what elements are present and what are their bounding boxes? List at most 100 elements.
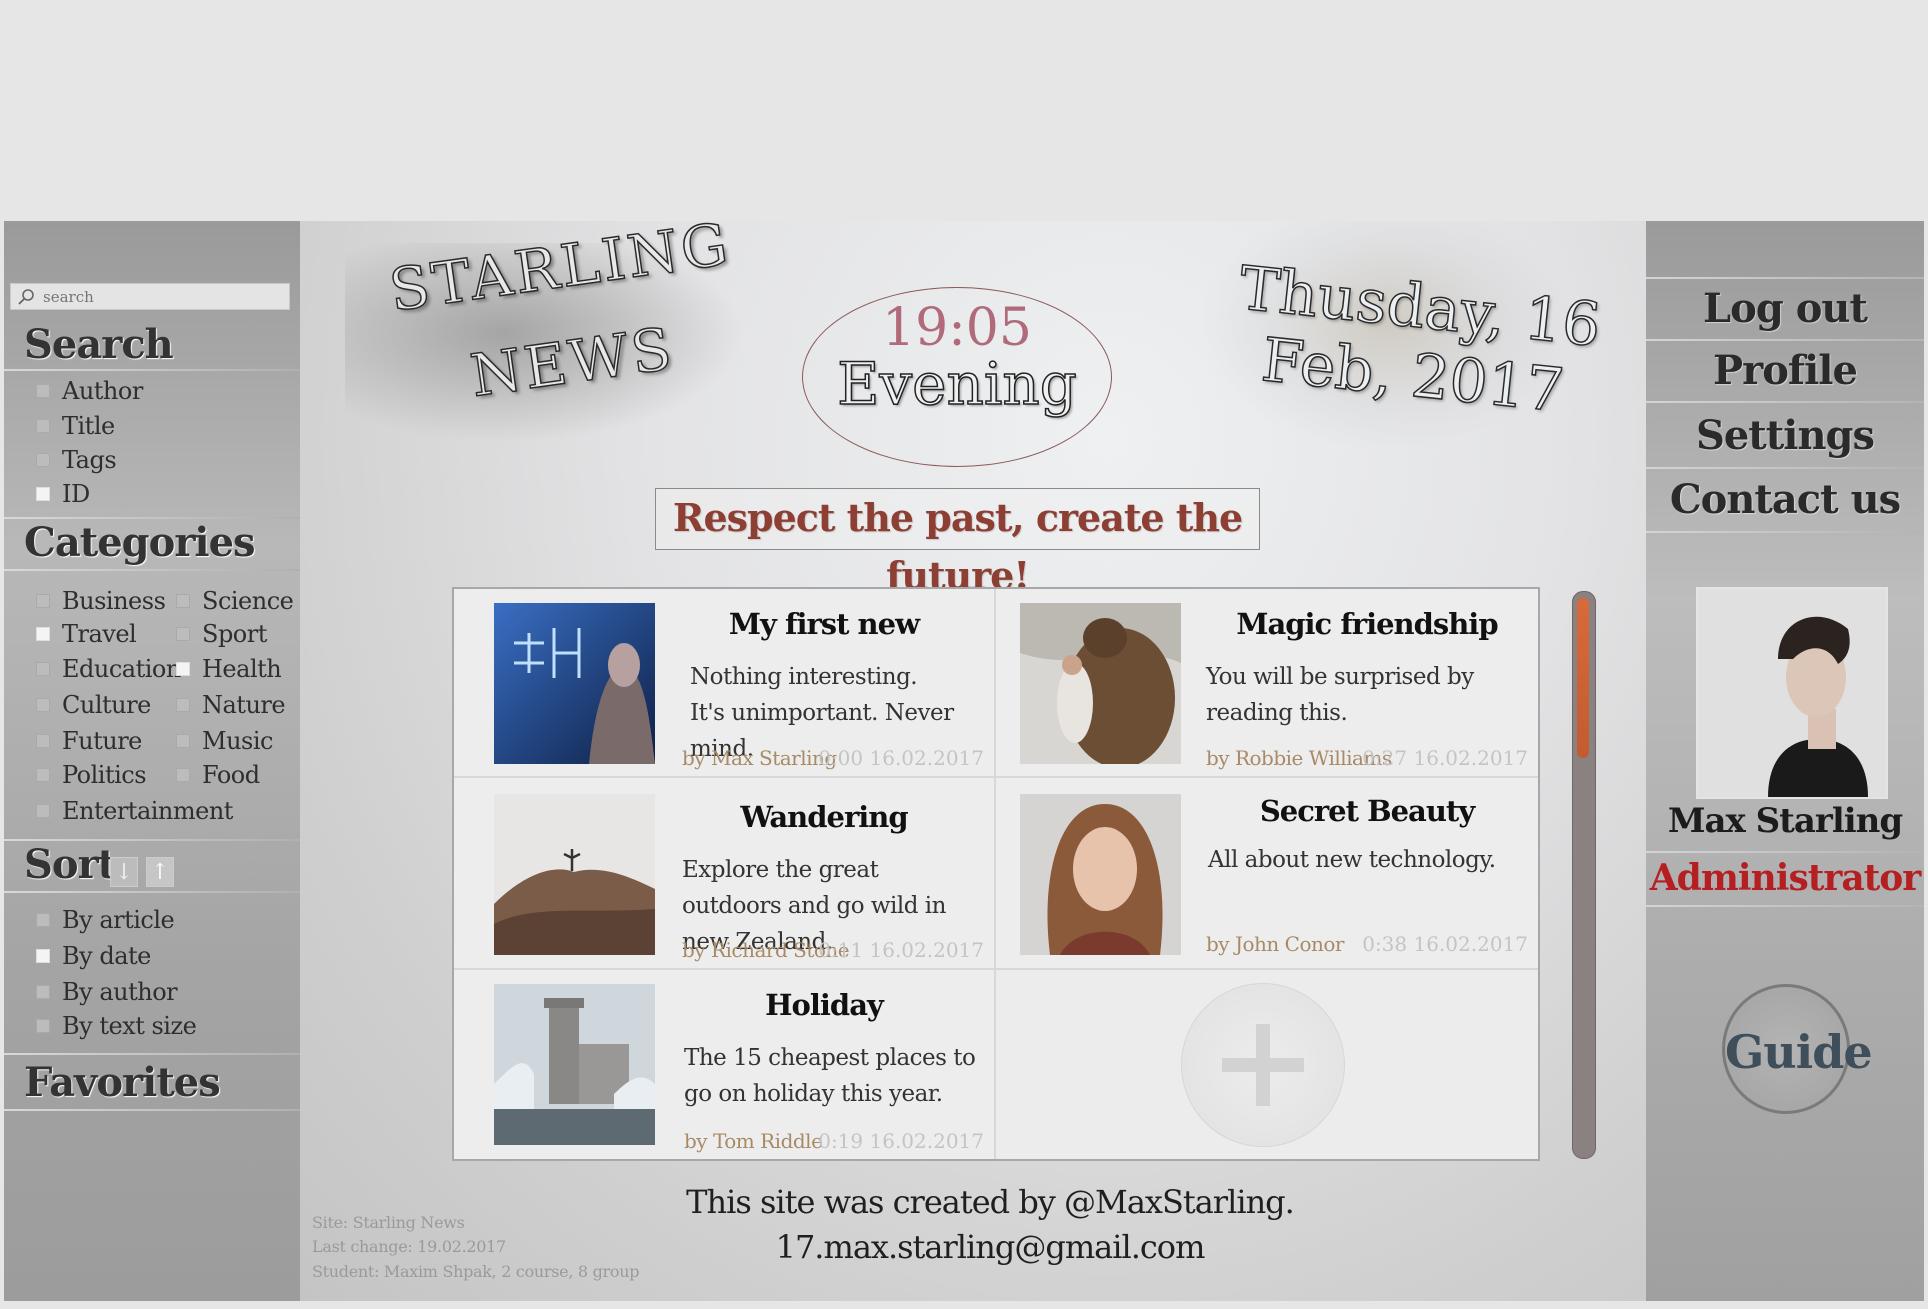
category-nature[interactable]: Nature [176, 691, 286, 719]
category-future[interactable]: Future [36, 727, 142, 755]
news-description: You will be surprised by reading this. [1206, 664, 1474, 726]
checkbox[interactable] [36, 913, 50, 927]
news-timestamp: 0:11 16.02.2017 [818, 938, 984, 962]
checkbox[interactable] [36, 949, 50, 963]
news-thumbnail-castle [494, 984, 655, 1145]
clock-time: 19:05 [882, 298, 1032, 358]
checkbox[interactable] [176, 734, 190, 748]
news-timestamp: 0:19 16.02.2017 [818, 1129, 984, 1153]
settings-link[interactable]: Settings [1646, 405, 1924, 467]
checkbox[interactable] [36, 627, 50, 641]
contact-email[interactable]: 17.max.starling@gmail.com [640, 1228, 1340, 1266]
left-sidebar: Search Author Title Tags ID Categories B… [4, 221, 300, 1301]
user-name: Max Starling [1667, 801, 1903, 841]
checkbox[interactable] [36, 453, 50, 467]
add-news-button[interactable] [1181, 983, 1345, 1147]
meta-student: Student: Maxim Shpak, 2 course, 8 group [312, 1262, 640, 1281]
divider [4, 1109, 300, 1111]
sort-section-title: Sort [24, 841, 116, 888]
category-culture[interactable]: Culture [36, 691, 151, 719]
news-thumbnail-portrait [1020, 794, 1181, 955]
checkbox[interactable] [176, 627, 190, 641]
option-label: Science [202, 587, 294, 615]
checkbox[interactable] [36, 985, 50, 999]
category-politics[interactable]: Politics [36, 761, 147, 789]
site-credit: This site was created by @MaxStarling. [686, 1183, 1295, 1221]
news-card[interactable]: Secret Beauty All about new technology. … [996, 778, 1538, 970]
search-option-tags[interactable]: Tags [36, 446, 117, 474]
news-author[interactable]: by Max Starling [682, 746, 837, 770]
divider [4, 891, 300, 893]
scrollbar-thumb[interactable] [1577, 598, 1589, 758]
search-option-title[interactable]: Title [36, 412, 115, 440]
news-grid: My first new Nothing interesting. It's u… [452, 587, 1540, 1161]
checkbox[interactable] [176, 698, 190, 712]
category-science[interactable]: Science [176, 587, 294, 615]
news-title: Secret Beauty [1259, 794, 1475, 828]
search-input[interactable] [41, 286, 289, 307]
favorites-link[interactable]: Favorites [24, 1059, 221, 1106]
category-food[interactable]: Food [176, 761, 260, 789]
option-label: Nature [202, 691, 286, 719]
checkbox[interactable] [36, 594, 50, 608]
avatar[interactable] [1696, 587, 1888, 799]
category-travel[interactable]: Travel [36, 620, 137, 648]
main-content: STARLING NEWS 19:05 Evening Thusday, 16 … [300, 209, 1646, 1301]
news-thumbnail-mountain [494, 794, 655, 955]
option-label: Travel [62, 620, 137, 648]
news-title: Holiday [765, 988, 884, 1022]
profile-link[interactable]: Profile [1646, 340, 1924, 402]
news-card[interactable]: Magic friendship You will be surprised b… [996, 589, 1538, 778]
sort-option-author[interactable]: By author [36, 978, 178, 1006]
site-logo[interactable]: STARLING NEWS [384, 209, 735, 411]
sort-desc-button[interactable]: ↓ [110, 857, 138, 887]
news-card[interactable]: Wandering Explore the great outdoors and… [454, 778, 996, 970]
category-education[interactable]: Education [36, 655, 181, 683]
checkbox[interactable] [176, 662, 190, 676]
category-music[interactable]: Music [176, 727, 273, 755]
checkbox[interactable] [36, 419, 50, 433]
guide-button[interactable]: Guide [1722, 984, 1873, 1114]
news-author[interactable]: by Tom Riddle [684, 1129, 823, 1153]
category-business[interactable]: Business [36, 587, 166, 615]
category-health[interactable]: Health [176, 655, 282, 683]
checkbox[interactable] [176, 768, 190, 782]
news-author[interactable]: by John Conor [1206, 932, 1344, 956]
sort-option-date[interactable]: By date [36, 942, 151, 970]
sort-asc-button[interactable]: ↑ [146, 857, 174, 887]
category-sport[interactable]: Sport [176, 620, 267, 648]
news-timestamp: 0:00 16.02.2017 [818, 746, 984, 770]
checkbox[interactable] [36, 384, 50, 398]
checkbox[interactable] [36, 768, 50, 782]
logo-line1: STARLING [384, 209, 735, 326]
checkbox[interactable] [36, 662, 50, 676]
sort-option-article[interactable]: By article [36, 906, 175, 934]
search-option-id[interactable]: ID [36, 480, 90, 508]
sort-option-text-size[interactable]: By text size [36, 1012, 197, 1040]
checkbox[interactable] [36, 1019, 50, 1033]
news-card[interactable]: My first new Nothing interesting. It's u… [454, 589, 996, 778]
option-label: By date [62, 942, 151, 970]
search-option-author[interactable]: Author [36, 377, 143, 405]
news-description: All about new technology. [1208, 847, 1496, 873]
option-label: Politics [62, 761, 147, 789]
checkbox[interactable] [36, 804, 50, 818]
checkbox[interactable] [36, 487, 50, 501]
option-label: Health [202, 655, 282, 683]
checkbox[interactable] [36, 734, 50, 748]
option-label: By article [62, 906, 175, 934]
search-field[interactable] [10, 283, 290, 310]
news-card[interactable]: Holiday The 15 cheapest places to go on … [454, 970, 996, 1159]
meta-last-change: Last change: 19.02.2017 [312, 1237, 506, 1256]
checkbox[interactable] [36, 698, 50, 712]
right-sidebar: Log out Profile Settings Contact us Max … [1646, 221, 1924, 1301]
divider [1646, 531, 1924, 533]
category-entertainment[interactable]: Entertainment [36, 797, 233, 825]
arrow-up-icon: ↑ [150, 859, 170, 885]
contact-link[interactable]: Contact us [1646, 469, 1924, 531]
motto-banner: Respect the past, create the future! [655, 488, 1260, 598]
news-scrollbar[interactable] [1572, 591, 1596, 1159]
divider [4, 369, 300, 371]
checkbox[interactable] [176, 594, 190, 608]
logout-link[interactable]: Log out [1646, 278, 1924, 340]
